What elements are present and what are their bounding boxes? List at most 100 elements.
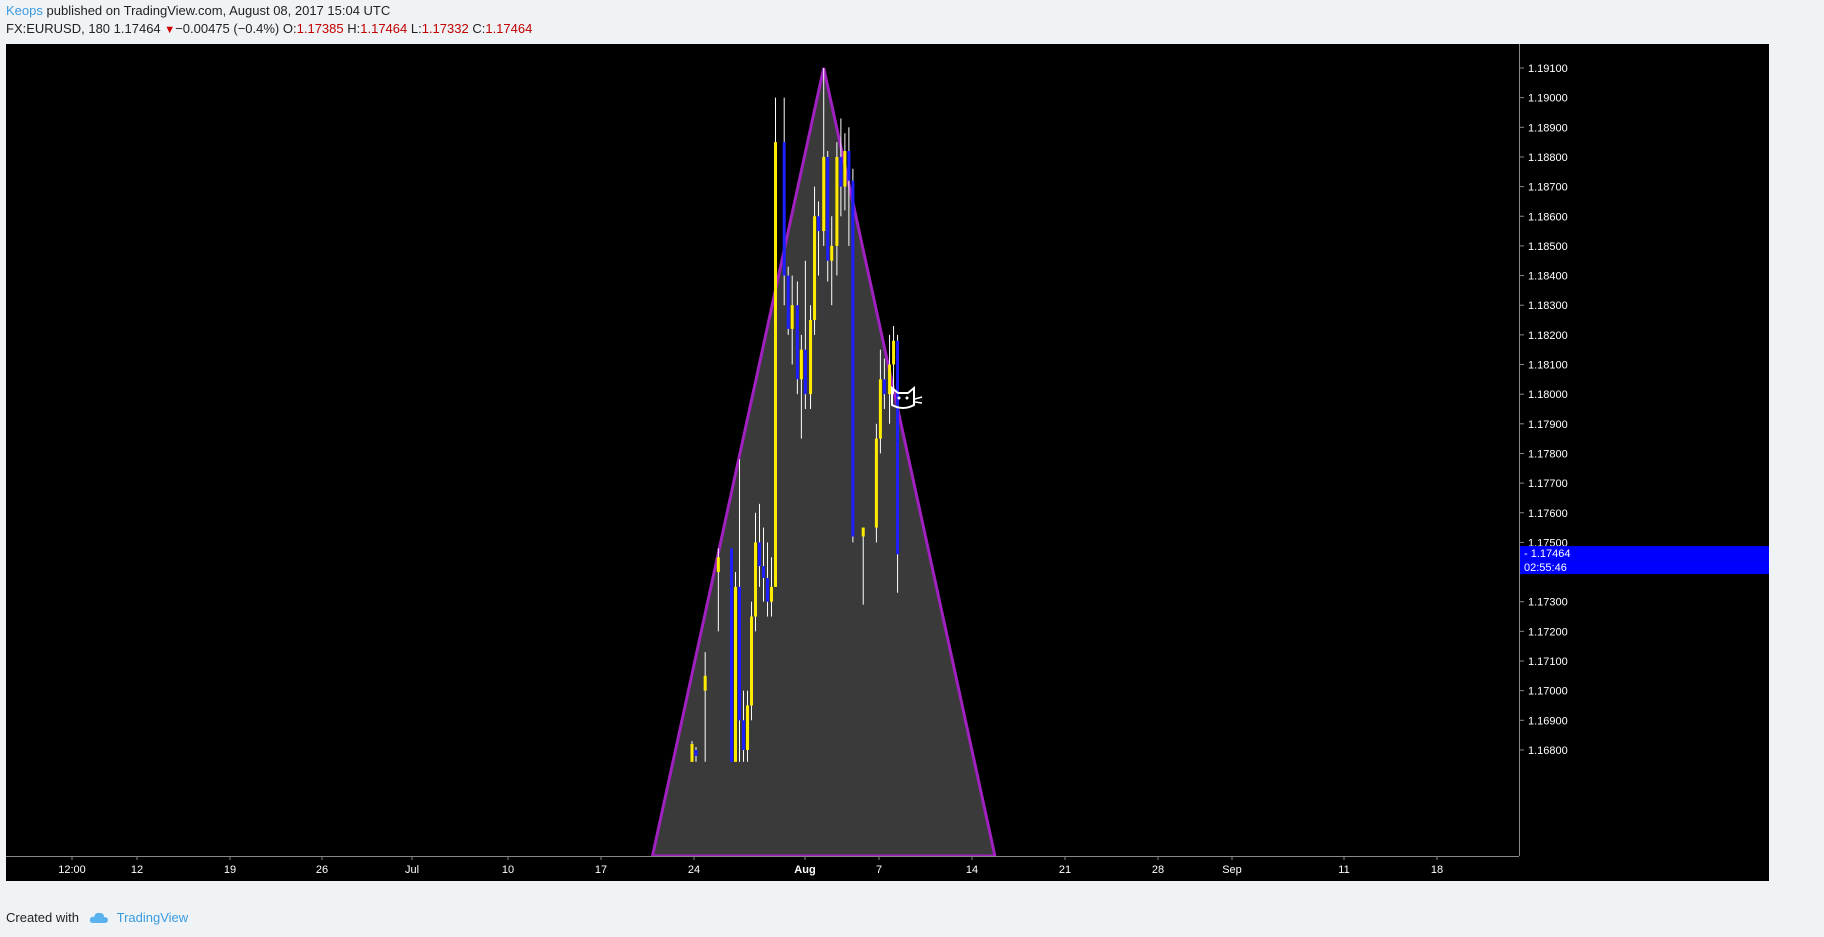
bar-body-15	[774, 142, 778, 587]
x-tick-label: 18	[1431, 864, 1443, 876]
bar-body-9	[750, 616, 754, 706]
x-tick-label: 14	[966, 864, 978, 876]
y-tick-label: 1.19000	[1528, 93, 1568, 105]
bar-body-13	[766, 577, 770, 602]
bar-body-29	[839, 156, 843, 187]
bar-body-33	[861, 527, 865, 537]
bar-body-0	[690, 744, 694, 762]
bar-body-31	[847, 151, 851, 181]
bar-body-17	[786, 275, 790, 329]
y-tick-label: 1.18400	[1528, 271, 1568, 283]
x-tick-label: 12	[131, 864, 143, 876]
bar-body-30	[843, 151, 847, 187]
bar-body-25	[822, 156, 826, 232]
tradingview-link[interactable]: TradingView	[117, 910, 189, 925]
published-text: published on TradingView.com, August 08,…	[46, 3, 391, 18]
low-value: 1.17332	[421, 21, 469, 36]
last-price: 1.17464	[113, 21, 161, 36]
bar-body-11	[758, 542, 762, 567]
price-change: −0.00475 (−0.4%)	[175, 21, 280, 36]
bar-body-28	[835, 156, 839, 246]
y-tick-label: 1.17800	[1528, 448, 1568, 460]
y-tick-label: 1.18200	[1528, 330, 1568, 342]
bar-body-8	[746, 705, 750, 750]
bar-body-3	[716, 557, 720, 573]
open-value: 1.17385	[296, 21, 344, 36]
x-tick-label: 26	[316, 864, 328, 876]
last-price-value: - 1.17464	[1524, 548, 1570, 560]
open-label: O:	[282, 21, 297, 36]
high-label: H:	[347, 21, 361, 36]
bar-body-26	[826, 156, 830, 261]
y-tick-label: 1.18600	[1528, 211, 1568, 223]
close-value: 1.17464	[485, 21, 533, 36]
y-tick-label: 1.18300	[1528, 300, 1568, 312]
bar-body-24	[817, 216, 821, 232]
bar-body-5	[734, 586, 738, 762]
bar-body-7	[742, 720, 746, 750]
x-tick-label: 10	[502, 864, 514, 876]
cat-eye-left	[897, 396, 901, 400]
y-tick-label: 1.18000	[1528, 389, 1568, 401]
created-with-text: Created with	[6, 910, 79, 925]
y-tick-label: 1.17100	[1528, 656, 1568, 668]
cat-eye-right	[905, 396, 909, 400]
y-tick-label: 1.19100	[1528, 63, 1568, 75]
y-tick-label: 1.18900	[1528, 122, 1568, 134]
bar-body-34	[874, 438, 878, 528]
x-tick-label: 11	[1338, 864, 1349, 876]
bar-body-10	[754, 542, 758, 617]
tradingview-cloud-icon	[89, 911, 109, 928]
bar-body-36	[882, 379, 886, 395]
cat-whisker-2	[914, 401, 923, 404]
bar-body-14	[770, 586, 774, 602]
y-tick-label: 1.17600	[1528, 508, 1568, 520]
x-tick-label: 19	[224, 864, 236, 876]
y-tick-label: 1.17200	[1528, 626, 1568, 638]
bar-body-35	[878, 379, 882, 439]
y-tick-label: 1.17300	[1528, 597, 1568, 609]
bar-body-22	[809, 320, 813, 395]
high-value: 1.17464	[360, 21, 408, 36]
down-arrow-icon: ▼	[164, 24, 176, 36]
author-link[interactable]: Keops	[6, 3, 43, 18]
chart-panel[interactable]: 1.19100 1.19000 1.18900 1.18800 1.18700 1.186…	[6, 44, 1769, 881]
y-tick-label: 1.18800	[1528, 152, 1568, 164]
bar-body-16	[782, 142, 786, 276]
y-tick-label: 1.16900	[1528, 715, 1568, 727]
ohlc-line: FX:EURUSD, 180 1.17464 ▼−0.00475 (−0.4%)…	[6, 21, 532, 36]
bar-body-38	[892, 340, 896, 365]
x-tick-label: 12:00	[58, 864, 86, 876]
x-tick-label: 7	[876, 864, 882, 876]
price-chart[interactable]: 1.19100 1.19000 1.18900 1.18800 1.18700 1.186…	[6, 44, 1769, 881]
bar-body-37	[888, 364, 892, 395]
bar-body-21	[803, 349, 807, 395]
bar-body-39	[896, 340, 900, 555]
close-label: C:	[472, 21, 486, 36]
x-tick-label: 21	[1059, 864, 1071, 876]
bar-body-1	[694, 749, 698, 756]
bar-body-2	[703, 675, 707, 691]
symbol-label: FX:EURUSD, 180	[6, 21, 111, 36]
countdown-value: 02:55:46	[1524, 562, 1567, 574]
y-tick-label: 1.18700	[1528, 182, 1568, 194]
x-tick-label: 17	[595, 864, 607, 876]
y-tick-label: 1.17900	[1528, 419, 1568, 431]
x-tick-label: Sep	[1222, 864, 1242, 876]
footer: Created with TradingView	[6, 910, 188, 928]
y-tick-label: 1.16800	[1528, 745, 1568, 757]
x-tick-label: Jul	[405, 864, 419, 876]
bar-body-12	[762, 566, 766, 578]
low-label: L:	[410, 21, 422, 36]
bar-body-6	[738, 586, 742, 721]
x-tick-label: 28	[1152, 864, 1164, 876]
y-tick-label: 1.18500	[1528, 241, 1568, 253]
y-tick-label: 1.17000	[1528, 686, 1568, 698]
x-tick-label: 24	[688, 864, 700, 876]
bar-body-32	[851, 180, 855, 537]
bar-body-20	[799, 349, 803, 380]
y-tick-label: 1.17700	[1528, 478, 1568, 490]
bar-body-4	[730, 548, 734, 762]
bar-body-18	[790, 305, 794, 329]
bar-body-19	[795, 305, 799, 380]
